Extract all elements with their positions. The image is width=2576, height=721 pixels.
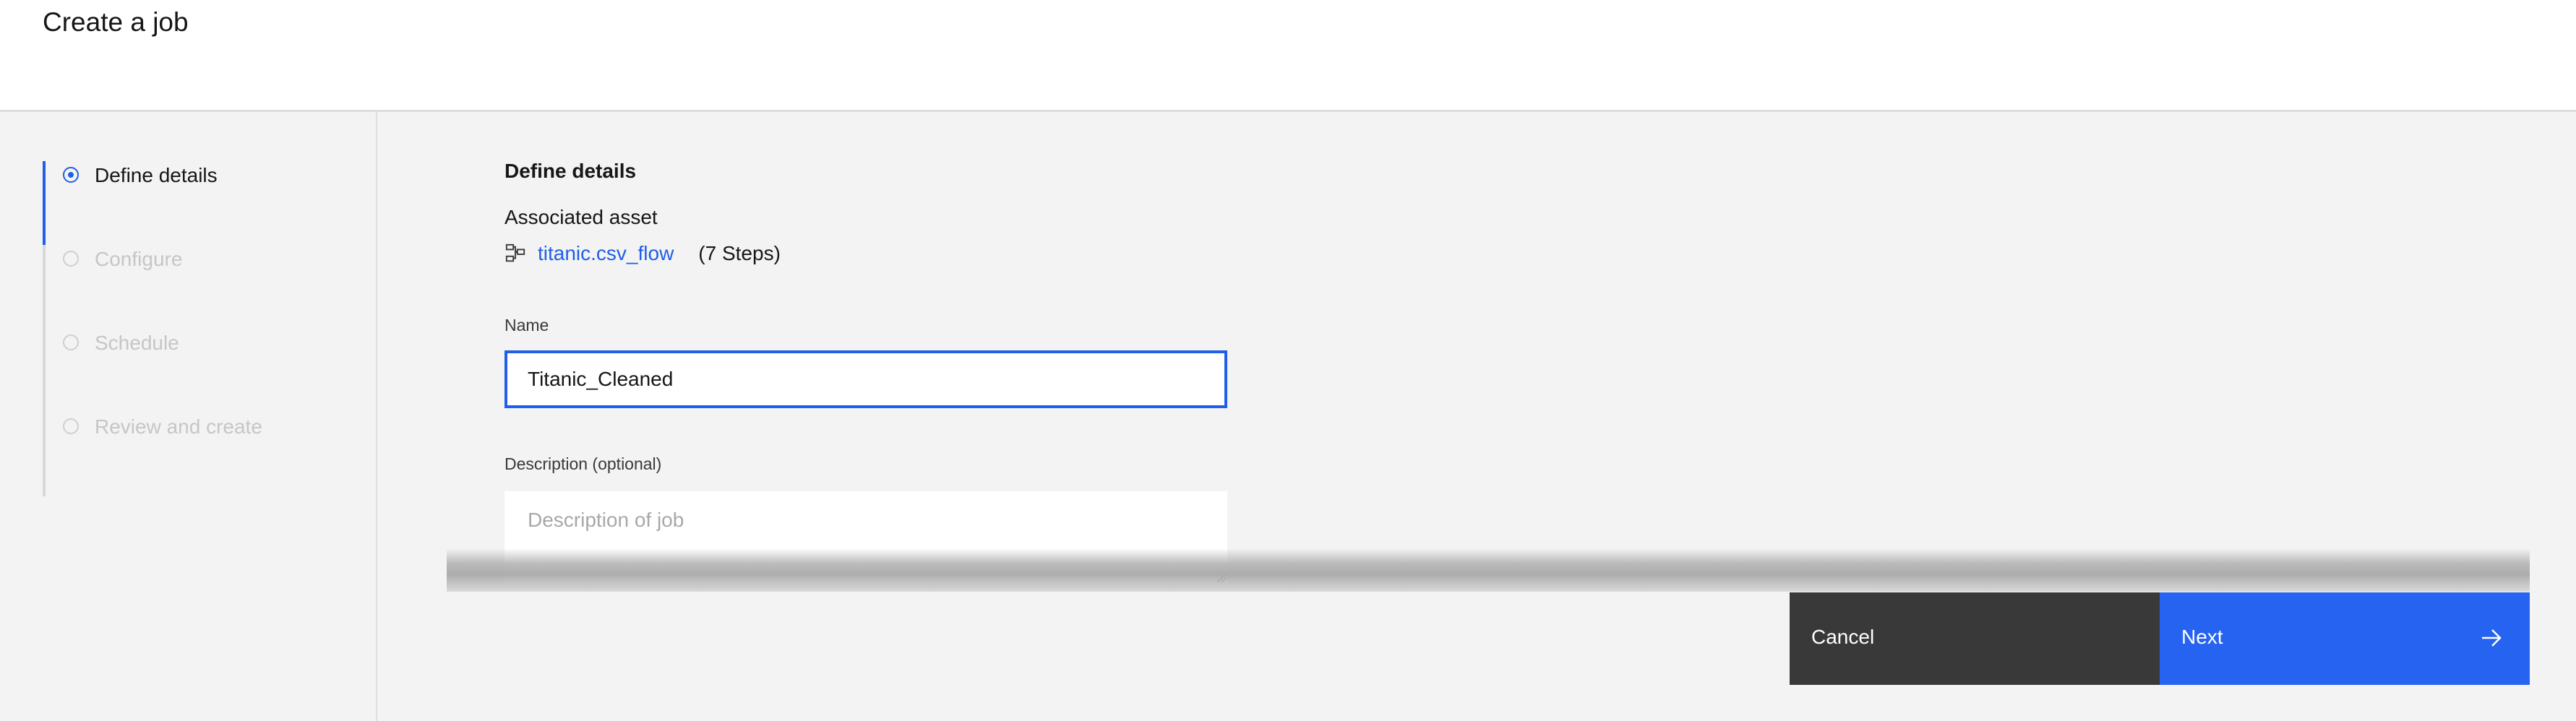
data-flow-icon: [505, 243, 525, 262]
cancel-button[interactable]: Cancel: [1790, 592, 2160, 685]
step-label: Review and create: [95, 415, 262, 438]
main-form: Define details Associated asset titanic.…: [377, 112, 2576, 721]
page-header: Create a job: [0, 0, 2576, 112]
step-label: Schedule: [95, 332, 179, 354]
cancel-button-label: Cancel: [1811, 626, 1875, 648]
step-radio-icon: [63, 418, 79, 434]
asset-steps-count: (7 Steps): [698, 242, 781, 264]
page-title: Create a job: [43, 7, 189, 37]
step-active-radio-icon: [63, 167, 79, 183]
step-define-details[interactable]: Define details: [43, 161, 361, 245]
step-label: Configure: [95, 248, 183, 270]
section-title: Define details: [505, 160, 637, 182]
name-field-label: Name: [505, 316, 549, 334]
step-schedule[interactable]: Schedule: [43, 329, 361, 413]
step-review-and-create[interactable]: Review and create: [43, 413, 361, 496]
resize-handle-icon[interactable]: [1217, 574, 1226, 582]
associated-asset-label: Associated asset: [505, 206, 658, 228]
associated-asset: titanic.csv_flow (7 Steps): [505, 239, 781, 268]
asset-link[interactable]: titanic.csv_flow: [538, 242, 674, 265]
progress-sidebar: Define details Configure Schedule Review…: [0, 112, 377, 721]
create-job-page: Create a job Define details Configure Sc…: [0, 0, 2576, 721]
step-radio-icon: [63, 251, 79, 267]
next-button-label: Next: [2181, 626, 2223, 648]
step-label: Define details: [95, 164, 218, 186]
name-input[interactable]: [505, 350, 1227, 408]
step-configure[interactable]: Configure: [43, 245, 361, 329]
step-radio-icon: [63, 334, 79, 350]
description-input[interactable]: [505, 491, 1227, 584]
next-button[interactable]: Next: [2160, 592, 2530, 685]
description-field-label: Description (optional): [505, 454, 662, 473]
arrow-right-icon: [2482, 629, 2502, 647]
